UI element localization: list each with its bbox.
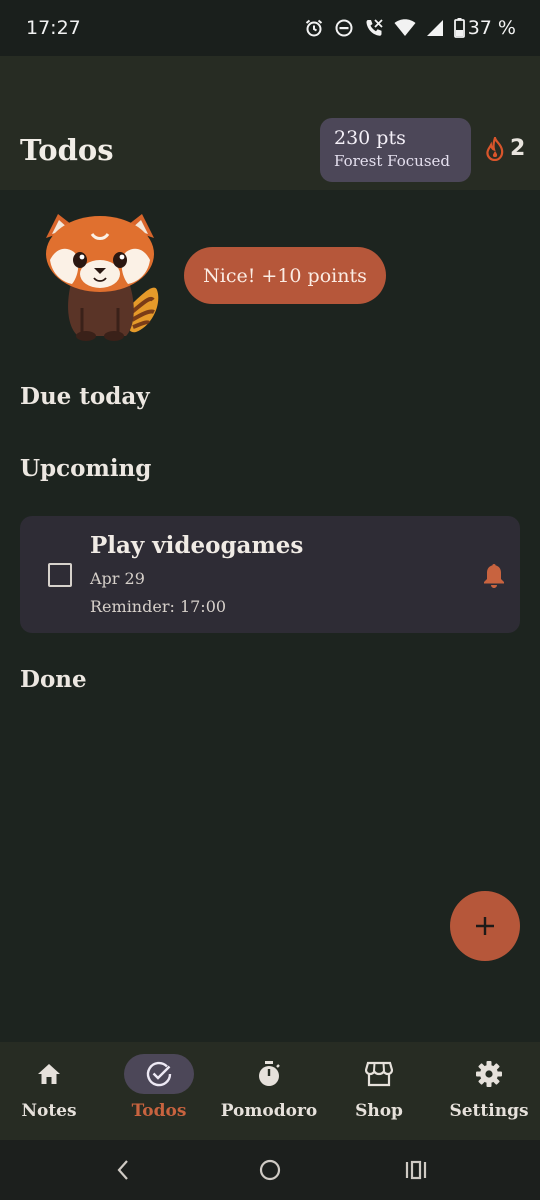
nav-label-notes: Notes <box>21 1101 77 1121</box>
recents-icon[interactable] <box>404 1158 428 1182</box>
points-chip[interactable]: 230 pts Forest Focused <box>320 118 471 182</box>
wifi-calling-icon <box>366 19 383 36</box>
points-toast: Nice! +10 points <box>184 247 386 304</box>
gear-icon <box>476 1061 502 1087</box>
points-value: 230 pts <box>334 127 406 149</box>
status-icons: 37 % <box>304 17 516 39</box>
bottom-nav: Notes Todos Pomodoro Shop Settings <box>0 1042 540 1140</box>
nav-pill-settings <box>454 1054 524 1094</box>
storefront-icon <box>365 1061 393 1087</box>
streak-count: 2 <box>510 136 526 161</box>
nav-label-settings: Settings <box>449 1101 529 1121</box>
streak-counter: 2 <box>484 136 525 161</box>
todo-title: Play videogames <box>90 532 304 559</box>
red-panda-mascot <box>46 214 159 341</box>
bell-icon[interactable] <box>483 562 505 588</box>
battery-icon <box>453 18 465 38</box>
back-icon[interactable] <box>114 1158 132 1182</box>
plus-icon <box>476 917 494 935</box>
todo-checkbox[interactable] <box>48 563 72 587</box>
nav-label-shop: Shop <box>355 1101 403 1121</box>
battery-percent: 37 % <box>467 17 516 39</box>
nav-item-shop[interactable]: Shop <box>324 1042 434 1140</box>
page-title: Todos <box>20 133 114 167</box>
section-due-today: Due today <box>20 383 150 410</box>
stopwatch-icon <box>259 1061 280 1086</box>
wifi-icon <box>394 19 416 36</box>
do-not-disturb-icon <box>335 19 353 37</box>
alarm-icon <box>305 19 322 37</box>
nav-label-pomodoro: Pomodoro <box>220 1101 318 1121</box>
todo-card[interactable]: Play videogames Apr 29 Reminder: 17:00 <box>20 516 520 633</box>
nav-item-notes[interactable]: Notes <box>0 1042 104 1140</box>
section-upcoming: Upcoming <box>20 455 152 482</box>
system-nav-bar <box>0 1140 540 1200</box>
signal-icon <box>426 20 443 36</box>
rank-label: Forest Focused <box>334 152 451 170</box>
todo-date: Apr 29 <box>90 569 145 588</box>
status-time: 17:27 <box>26 17 81 39</box>
nav-label-todos: Todos <box>131 1101 187 1121</box>
nav-pill-notes <box>14 1054 84 1094</box>
nav-pill-todos <box>124 1054 194 1094</box>
home-button-icon[interactable] <box>258 1158 282 1182</box>
flame-icon <box>486 136 504 161</box>
home-icon <box>38 1064 60 1084</box>
app-header: Todos 230 pts Forest Focused 2 <box>0 56 540 190</box>
section-done: Done <box>20 666 87 693</box>
nav-pill-shop <box>344 1054 414 1094</box>
nav-pill-pomodoro <box>234 1054 304 1094</box>
check-circle-icon <box>146 1061 172 1087</box>
todo-reminder: Reminder: 17:00 <box>90 597 227 616</box>
add-todo-button[interactable] <box>450 891 520 961</box>
nav-item-settings[interactable]: Settings <box>434 1042 540 1140</box>
nav-item-pomodoro[interactable]: Pomodoro <box>214 1042 324 1140</box>
status-bar: 17:27 37 % <box>0 0 540 56</box>
nav-item-todos[interactable]: Todos <box>104 1042 214 1140</box>
